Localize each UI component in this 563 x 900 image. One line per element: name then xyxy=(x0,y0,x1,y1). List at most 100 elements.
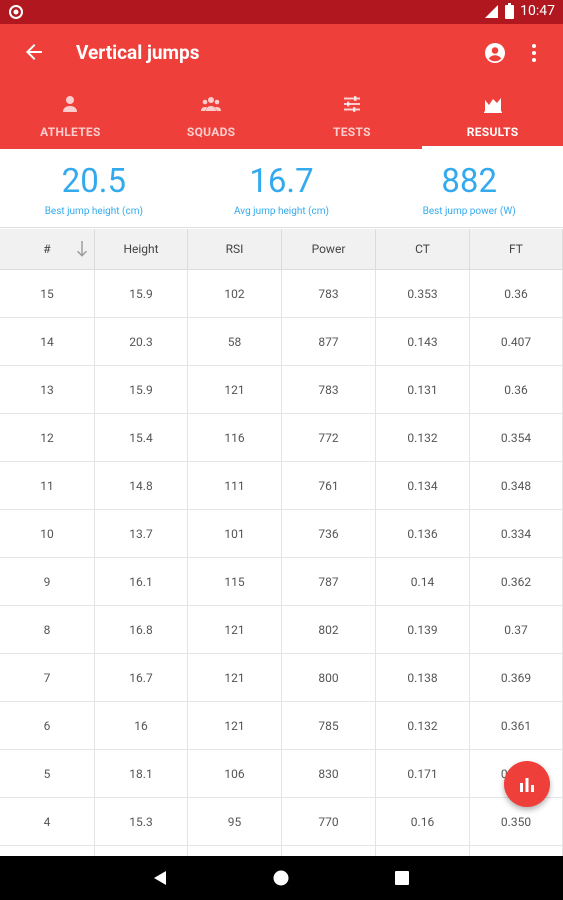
cell-power: 736 xyxy=(282,510,376,557)
cell-rsi: 121 xyxy=(188,654,282,701)
cell-height: 18.1 xyxy=(95,750,188,797)
cell-ct: 0.132 xyxy=(376,702,470,749)
column-header-power[interactable]: Power xyxy=(282,229,376,269)
stat-label: Best jump height (cm) xyxy=(44,206,143,217)
cell-ft: 0.36 xyxy=(470,270,563,317)
summary-stats: 20.5 Best jump height (cm) 16.7 Avg jump… xyxy=(0,149,563,228)
app-bar: Vertical jumps ATHLETES SQUADS TESTS RES… xyxy=(0,24,563,149)
stat-avg-jump-height: 16.7 Avg jump height (cm) xyxy=(188,149,376,227)
tab-results[interactable]: RESULTS xyxy=(422,86,563,149)
nav-home-icon[interactable] xyxy=(271,868,291,888)
back-arrow-icon[interactable] xyxy=(22,40,46,64)
account-icon[interactable] xyxy=(483,41,507,65)
tab-bar: ATHLETES SQUADS TESTS RESULTS xyxy=(0,86,563,149)
cell-ft: 0.407 xyxy=(470,318,563,365)
table-header: # Height RSI Power CT FT xyxy=(0,229,563,270)
cell-number: 12 xyxy=(0,414,95,461)
table-row[interactable]: 13 15.9 121 783 0.131 0.36 xyxy=(0,366,563,414)
column-header-label: RSI xyxy=(225,242,244,256)
cell-rsi: 111 xyxy=(188,462,282,509)
nav-recents-icon[interactable] xyxy=(392,868,412,888)
cell-ct: 0.134 xyxy=(376,462,470,509)
sort-down-arrow-icon[interactable] xyxy=(76,240,88,258)
table-row[interactable]: 9 16.1 115 787 0.14 0.362 xyxy=(0,558,563,606)
table-row[interactable]: 15 15.9 102 783 0.353 0.36 xyxy=(0,270,563,318)
cell-height: 16.7 xyxy=(95,654,188,701)
cell-ct: 0.139 xyxy=(376,606,470,653)
cell-rsi: 102 xyxy=(188,270,282,317)
tab-results-label: RESULTS xyxy=(466,125,519,139)
battery-icon xyxy=(505,3,515,19)
cell-rsi: 121 xyxy=(188,606,282,653)
cell-power: 800 xyxy=(282,654,376,701)
cell-number: 13 xyxy=(0,366,95,413)
tab-squads[interactable]: SQUADS xyxy=(141,86,282,149)
cell-ft: 0.362 xyxy=(470,558,563,605)
table-row[interactable]: 5 18.1 106 830 0.171 0.384 xyxy=(0,750,563,798)
column-header-rsi[interactable]: RSI xyxy=(188,229,282,269)
cell-power: 783 xyxy=(282,366,376,413)
cell-rsi: 106 xyxy=(188,750,282,797)
cell-height: 15.9 xyxy=(95,366,188,413)
stat-value: 16.7 xyxy=(249,162,314,201)
table-row[interactable]: 10 13.7 101 736 0.136 0.334 xyxy=(0,510,563,558)
tab-athletes-label: ATHLETES xyxy=(40,125,101,139)
cell-ft: 0.354 xyxy=(470,414,563,461)
cell-height: 16.8 xyxy=(95,606,188,653)
cell-power: 802 xyxy=(282,606,376,653)
cell-height: 16 xyxy=(95,702,188,749)
sliders-icon xyxy=(343,96,360,112)
cell-number: 5 xyxy=(0,750,95,797)
table-row[interactable]: 12 15.4 116 772 0.132 0.354 xyxy=(0,414,563,462)
cell-number: 6 xyxy=(0,702,95,749)
cell-ft: 0.369 xyxy=(470,654,563,701)
nav-back-icon[interactable] xyxy=(150,868,170,888)
cell-number: 14 xyxy=(0,318,95,365)
column-header-ct[interactable]: CT xyxy=(376,229,470,269)
signal-icon xyxy=(485,5,499,18)
table-row[interactable]: 14 20.3 58 877 0.143 0.407 xyxy=(0,318,563,366)
cell-ct: 0.132 xyxy=(376,414,470,461)
column-header-label: Power xyxy=(311,242,346,256)
table-row[interactable]: 4 15.3 95 770 0.16 0.350 xyxy=(0,798,563,846)
cell-height: 14.8 xyxy=(95,462,188,509)
group-icon xyxy=(201,97,222,111)
tab-tests-label: TESTS xyxy=(332,125,371,139)
cell-ft: 0.348 xyxy=(470,462,563,509)
cell-ft: 0.36 xyxy=(470,366,563,413)
table-row[interactable]: 11 14.8 111 761 0.134 0.348 xyxy=(0,462,563,510)
cell-ct: 0.171 xyxy=(376,750,470,797)
cell-height: 13.7 xyxy=(95,510,188,557)
cell-number: 4 xyxy=(0,798,95,845)
cell-power: 770 xyxy=(282,798,376,845)
cell-power: 830 xyxy=(282,750,376,797)
table-row[interactable]: 8 16.8 121 802 0.139 0.37 xyxy=(0,606,563,654)
results-table: # Height RSI Power CT FT 15 15.9 102 783… xyxy=(0,229,563,894)
tab-athletes[interactable]: ATHLETES xyxy=(0,86,141,149)
table-row[interactable]: 6 16 121 785 0.132 0.361 xyxy=(0,702,563,750)
status-bar: 10:47 xyxy=(0,0,563,24)
cell-power: 761 xyxy=(282,462,376,509)
cell-height: 16.1 xyxy=(95,558,188,605)
status-time: 10:47 xyxy=(520,3,555,19)
stat-label: Avg jump height (cm) xyxy=(234,206,329,217)
cell-rsi: 115 xyxy=(188,558,282,605)
cell-ct: 0.131 xyxy=(376,366,470,413)
bar-chart-icon xyxy=(520,778,534,792)
column-header-ft[interactable]: FT xyxy=(470,229,563,269)
stat-label: Best jump power (W) xyxy=(422,206,516,217)
column-header-number[interactable]: # xyxy=(0,229,95,269)
cell-ft: 0.361 xyxy=(470,702,563,749)
cell-number: 7 xyxy=(0,654,95,701)
column-header-height[interactable]: Height xyxy=(95,229,188,269)
cell-ct: 0.353 xyxy=(376,270,470,317)
cell-height: 15.9 xyxy=(95,270,188,317)
cell-ct: 0.143 xyxy=(376,318,470,365)
table-row[interactable]: 7 16.7 121 800 0.138 0.369 xyxy=(0,654,563,702)
chart-fab-button[interactable] xyxy=(504,761,550,807)
stat-value: 20.5 xyxy=(61,162,126,201)
tab-tests[interactable]: TESTS xyxy=(282,86,423,149)
column-header-label: Height xyxy=(123,242,159,256)
more-vert-icon[interactable] xyxy=(526,41,542,65)
stat-value: 882 xyxy=(441,162,497,201)
